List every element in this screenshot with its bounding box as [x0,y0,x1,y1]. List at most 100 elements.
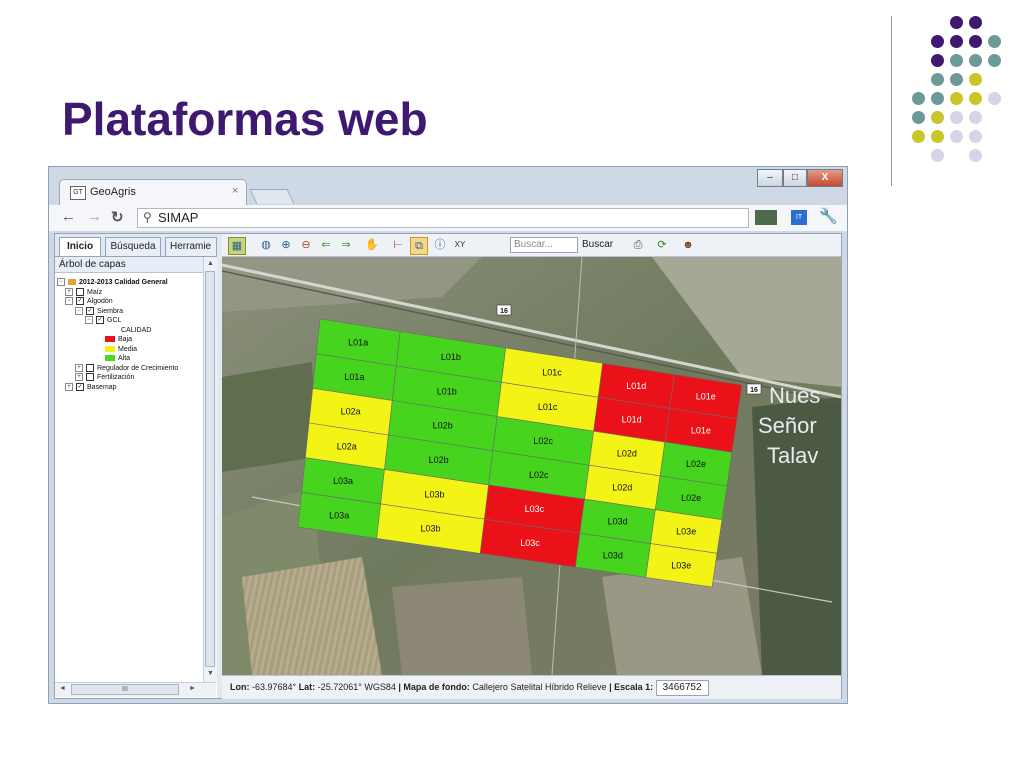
plot-label: L02d [617,449,637,459]
expand-icon[interactable]: + [75,373,83,382]
scroll-thumb[interactable] [205,271,215,667]
checkbox-checked[interactable]: ✓ [76,382,84,391]
collapse-icon[interactable]: − [65,297,73,306]
tab-close-icon[interactable]: × [232,185,238,197]
new-tab-button[interactable] [249,189,295,204]
info-icon[interactable]: ⓘ [432,237,448,253]
field [752,397,841,675]
plot-label: L01c [538,402,558,412]
tab-busqueda[interactable]: Búsqueda [105,237,161,256]
minimize-button[interactable]: – [757,169,783,187]
collapse-icon[interactable]: − [85,316,93,325]
globe-icon[interactable]: ◍ [258,237,274,253]
tree-row-root[interactable]: − 2012-2013 Calidad General [57,278,203,288]
checkbox-checked[interactable]: ✓ [86,306,94,315]
tree-row-siembra[interactable]: − ✓ Siembra [57,306,203,317]
next-view-icon[interactable]: ⇒ [338,237,354,253]
decorative-dot [931,92,944,105]
decorative-dot [931,111,944,124]
folder-icon [68,279,76,286]
checkbox[interactable] [86,363,94,372]
zoom-out-icon[interactable]: ⊖ [298,237,314,253]
basemap-option-satelital[interactable]: Satelital [510,682,542,692]
scroll-right-icon[interactable]: ► [189,685,196,692]
scroll-thumb[interactable]: III [71,684,179,695]
close-window-button[interactable]: X [807,169,843,187]
browser-tab[interactable]: GT GeoAgris × [59,179,247,205]
refresh-icon[interactable]: ⟳ [654,237,670,253]
expand-icon[interactable]: + [75,363,83,372]
map-overview-icon[interactable]: ▦ [228,237,246,255]
forward-arrow-icon[interactable]: → [87,208,102,225]
basemap-option-callejero[interactable]: Callejero [472,682,508,692]
lon-label: Lon: [230,682,250,692]
measure-icon[interactable]: ⊢ [390,237,406,253]
select-box-icon[interactable]: ⧉ [410,237,428,255]
collapse-icon[interactable]: − [75,306,83,315]
tree-row-maiz[interactable]: + Maíz [57,287,203,298]
plot-label: L02d [612,483,632,493]
plot-label: L03b [424,489,444,499]
layer-panel: Inicio Búsqueda Herramie Árbol de capas … [55,234,218,698]
scroll-up-icon[interactable]: ▲ [207,260,214,267]
wrench-icon[interactable]: 🔧 [819,207,838,225]
expand-icon[interactable]: + [65,287,73,296]
decorative-dot [969,54,982,67]
address-bar[interactable]: ⚲ SIMAP [137,208,749,228]
zoom-in-icon[interactable]: ⊕ [278,237,294,253]
basemap-option-hibrido[interactable]: Híbrido [545,682,574,692]
decorative-dot [969,73,982,86]
tree-row-basemap[interactable]: + ✓ Basemap [57,382,203,393]
tree-row-gcl[interactable]: − ✓ GCL [57,316,203,326]
decorative-divider [891,16,892,186]
legend-label: Alta [118,355,131,362]
road-number-label: 16 [750,387,758,394]
plot-label: L03d [608,516,628,526]
it-extension-icon[interactable]: IT [791,210,807,225]
expand-icon[interactable]: + [65,382,73,391]
tab-inicio[interactable]: Inicio [59,237,101,256]
print-icon[interactable]: ⎙ [630,237,646,253]
collapse-icon[interactable]: − [57,278,65,287]
tab-bar: GT GeoAgris × – □ X [49,167,847,205]
tree-row-regulador[interactable]: + Regulador de Crecimiento [57,363,203,374]
search-input[interactable]: Buscar... [510,237,578,253]
plot-label: L02e [681,493,701,503]
maximize-button[interactable]: □ [783,169,807,187]
user-icon[interactable]: ☻ [680,237,696,253]
map-view[interactable]: L01a L01b L01c L01d L01e L01a L01b L01c L01d L01e… [222,257,841,675]
pan-hand-icon[interactable]: ✋ [364,237,380,253]
previous-view-icon[interactable]: ⇐ [318,237,334,253]
vertical-scrollbar[interactable]: ▲ ▼ [203,257,217,682]
xy-coordinate-icon[interactable]: XY [452,237,468,253]
scroll-down-icon[interactable]: ▼ [207,670,214,677]
tree-label: Basemap [87,383,117,391]
satellite-map: L01a L01b L01c L01d L01e L01a L01b L01c L01d L01e… [222,257,841,675]
plot-label: L03a [333,476,353,486]
checkbox-checked[interactable]: ✓ [76,297,84,306]
extension-icon[interactable] [755,210,777,225]
tree-label: Fertilización [97,374,135,381]
plot-label: L01a [344,372,364,382]
tree-row-fertilizacion[interactable]: + Fertilización [57,373,203,383]
status-bar: Lon: -63.97684° Lat: -25.72061° WGS84 | … [222,675,841,699]
horizontal-scrollbar[interactable]: ◄ III ► [55,682,216,697]
plot-label: L01d [626,381,646,391]
back-arrow-icon[interactable]: ← [61,208,76,225]
decorative-dot [969,92,982,105]
plot-label: L01d [622,415,642,425]
decorative-dot [988,92,1001,105]
tab-herramientas[interactable]: Herramie [165,237,217,256]
scale-input[interactable]: 3466752 [655,679,709,696]
reload-icon[interactable]: ↻ [111,208,124,226]
checkbox[interactable] [76,287,84,296]
tree-row-algodon[interactable]: − ✓ Algodón [57,297,203,307]
checkbox[interactable] [86,373,94,382]
plot-label: L03a [329,510,349,520]
search-button[interactable]: Buscar [582,239,613,250]
legend-swatch-green [105,355,115,362]
plot-label: L03b [420,524,440,534]
checkbox-checked[interactable]: ✓ [96,316,104,325]
basemap-option-relieve[interactable]: Relieve [577,682,607,692]
scroll-left-icon[interactable]: ◄ [59,685,66,692]
